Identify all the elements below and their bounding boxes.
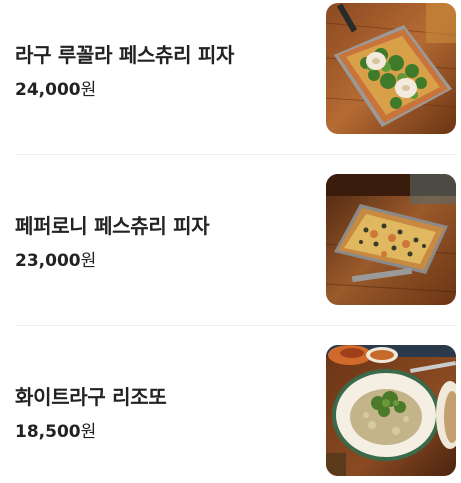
item-divider (15, 325, 456, 326)
white-ragu-risotto-photo (326, 345, 456, 476)
menu-item-price: 18,500원 (15, 417, 96, 442)
menu-item-photo[interactable] (326, 174, 456, 305)
menu-item-price: 23,000원 (15, 246, 96, 271)
menu-item-pepperoni-pizza[interactable]: 페퍼로니 페스츄리 피자 23,000원 (15, 174, 456, 306)
price-currency: 원 (80, 251, 97, 271)
price-currency: 원 (80, 422, 97, 442)
item-divider (15, 154, 456, 155)
menu-item-ragu-arugula-pizza[interactable]: 라구 루꼴라 페스츄리 피자 24,000원 (15, 3, 456, 135)
menu-item-info: 화이트라구 리조또 18,500원 (15, 345, 315, 477)
menu-item-name: 라구 루꼴라 페스츄리 피자 (15, 43, 235, 67)
price-value: 24,000 (15, 80, 81, 100)
menu-item-info: 라구 루꼴라 페스츄리 피자 24,000원 (15, 3, 315, 135)
menu-list: 라구 루꼴라 페스츄리 피자 24,000원 페퍼로니 페스츄리 피자 23,0… (0, 0, 461, 483)
menu-item-white-ragu-risotto[interactable]: 화이트라구 리조또 18,500원 (15, 345, 456, 477)
menu-item-photo[interactable] (326, 3, 456, 134)
menu-item-name: 화이트라구 리조또 (15, 385, 167, 409)
pizza-pepperoni-photo (326, 174, 456, 305)
menu-item-name: 페퍼로니 페스츄리 피자 (15, 214, 210, 238)
price-value: 23,000 (15, 251, 81, 271)
menu-item-price: 24,000원 (15, 75, 96, 100)
menu-item-photo[interactable] (326, 345, 456, 476)
menu-item-info: 페퍼로니 페스츄리 피자 23,000원 (15, 174, 315, 306)
price-value: 18,500 (15, 422, 81, 442)
pizza-ragu-arugula-photo (326, 3, 456, 134)
price-currency: 원 (80, 80, 97, 100)
